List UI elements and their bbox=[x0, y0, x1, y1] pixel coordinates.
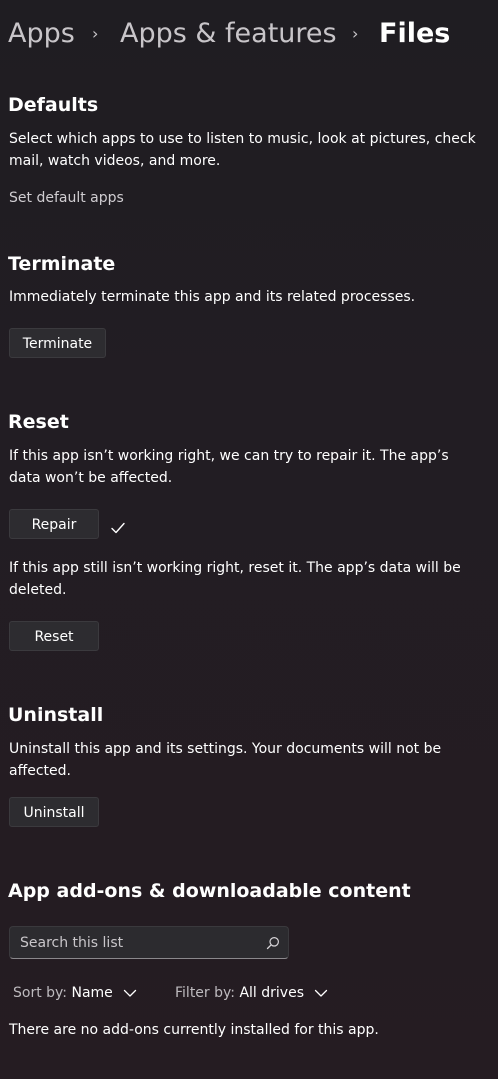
filter-value: All drives bbox=[239, 985, 304, 1001]
repair-description: If this app isn’t working right, we can … bbox=[9, 448, 449, 486]
defaults-description: Select which apps to use to listen to mu… bbox=[9, 131, 476, 169]
terminate-description: Immediately terminate this app and its r… bbox=[9, 289, 416, 305]
reset-heading: Reset bbox=[8, 411, 69, 433]
reset-button[interactable]: Reset bbox=[9, 621, 99, 651]
breadcrumb-separator-icon: › bbox=[92, 24, 99, 43]
repair-button[interactable]: Repair bbox=[9, 509, 99, 539]
breadcrumb-item-apps[interactable]: Apps bbox=[8, 16, 75, 52]
checkmark-icon bbox=[111, 522, 125, 534]
sort-dropdown[interactable]: Sort by: Name bbox=[13, 983, 137, 1003]
uninstall-heading: Uninstall bbox=[8, 704, 104, 726]
defaults-heading: Defaults bbox=[8, 94, 99, 116]
uninstall-description: Uninstall this app and its settings. You… bbox=[9, 741, 442, 779]
reset-description: If this app still isn’t working right, r… bbox=[9, 560, 461, 598]
search-box[interactable] bbox=[9, 926, 289, 959]
addons-empty-message: There are no add-ons currently installed… bbox=[9, 1022, 379, 1038]
sort-label: Sort by: bbox=[13, 985, 68, 1001]
search-icon[interactable] bbox=[266, 936, 280, 950]
terminate-heading: Terminate bbox=[8, 253, 116, 275]
breadcrumb-current-page: Files bbox=[379, 18, 451, 49]
breadcrumb-separator-icon: › bbox=[352, 24, 359, 43]
breadcrumb-item-apps-features[interactable]: Apps & features bbox=[120, 16, 337, 52]
uninstall-button[interactable]: Uninstall bbox=[9, 797, 99, 827]
terminate-button[interactable]: Terminate bbox=[9, 328, 106, 358]
addons-heading: App add-ons & downloadable content bbox=[8, 880, 411, 902]
set-default-apps-link[interactable]: Set default apps bbox=[9, 188, 124, 208]
chevron-down-icon bbox=[124, 989, 137, 997]
filter-label: Filter by: bbox=[175, 985, 235, 1001]
sort-value: Name bbox=[71, 985, 113, 1001]
search-input[interactable] bbox=[20, 927, 260, 958]
chevron-down-icon bbox=[315, 989, 328, 997]
filter-dropdown[interactable]: Filter by: All drives bbox=[175, 983, 328, 1003]
